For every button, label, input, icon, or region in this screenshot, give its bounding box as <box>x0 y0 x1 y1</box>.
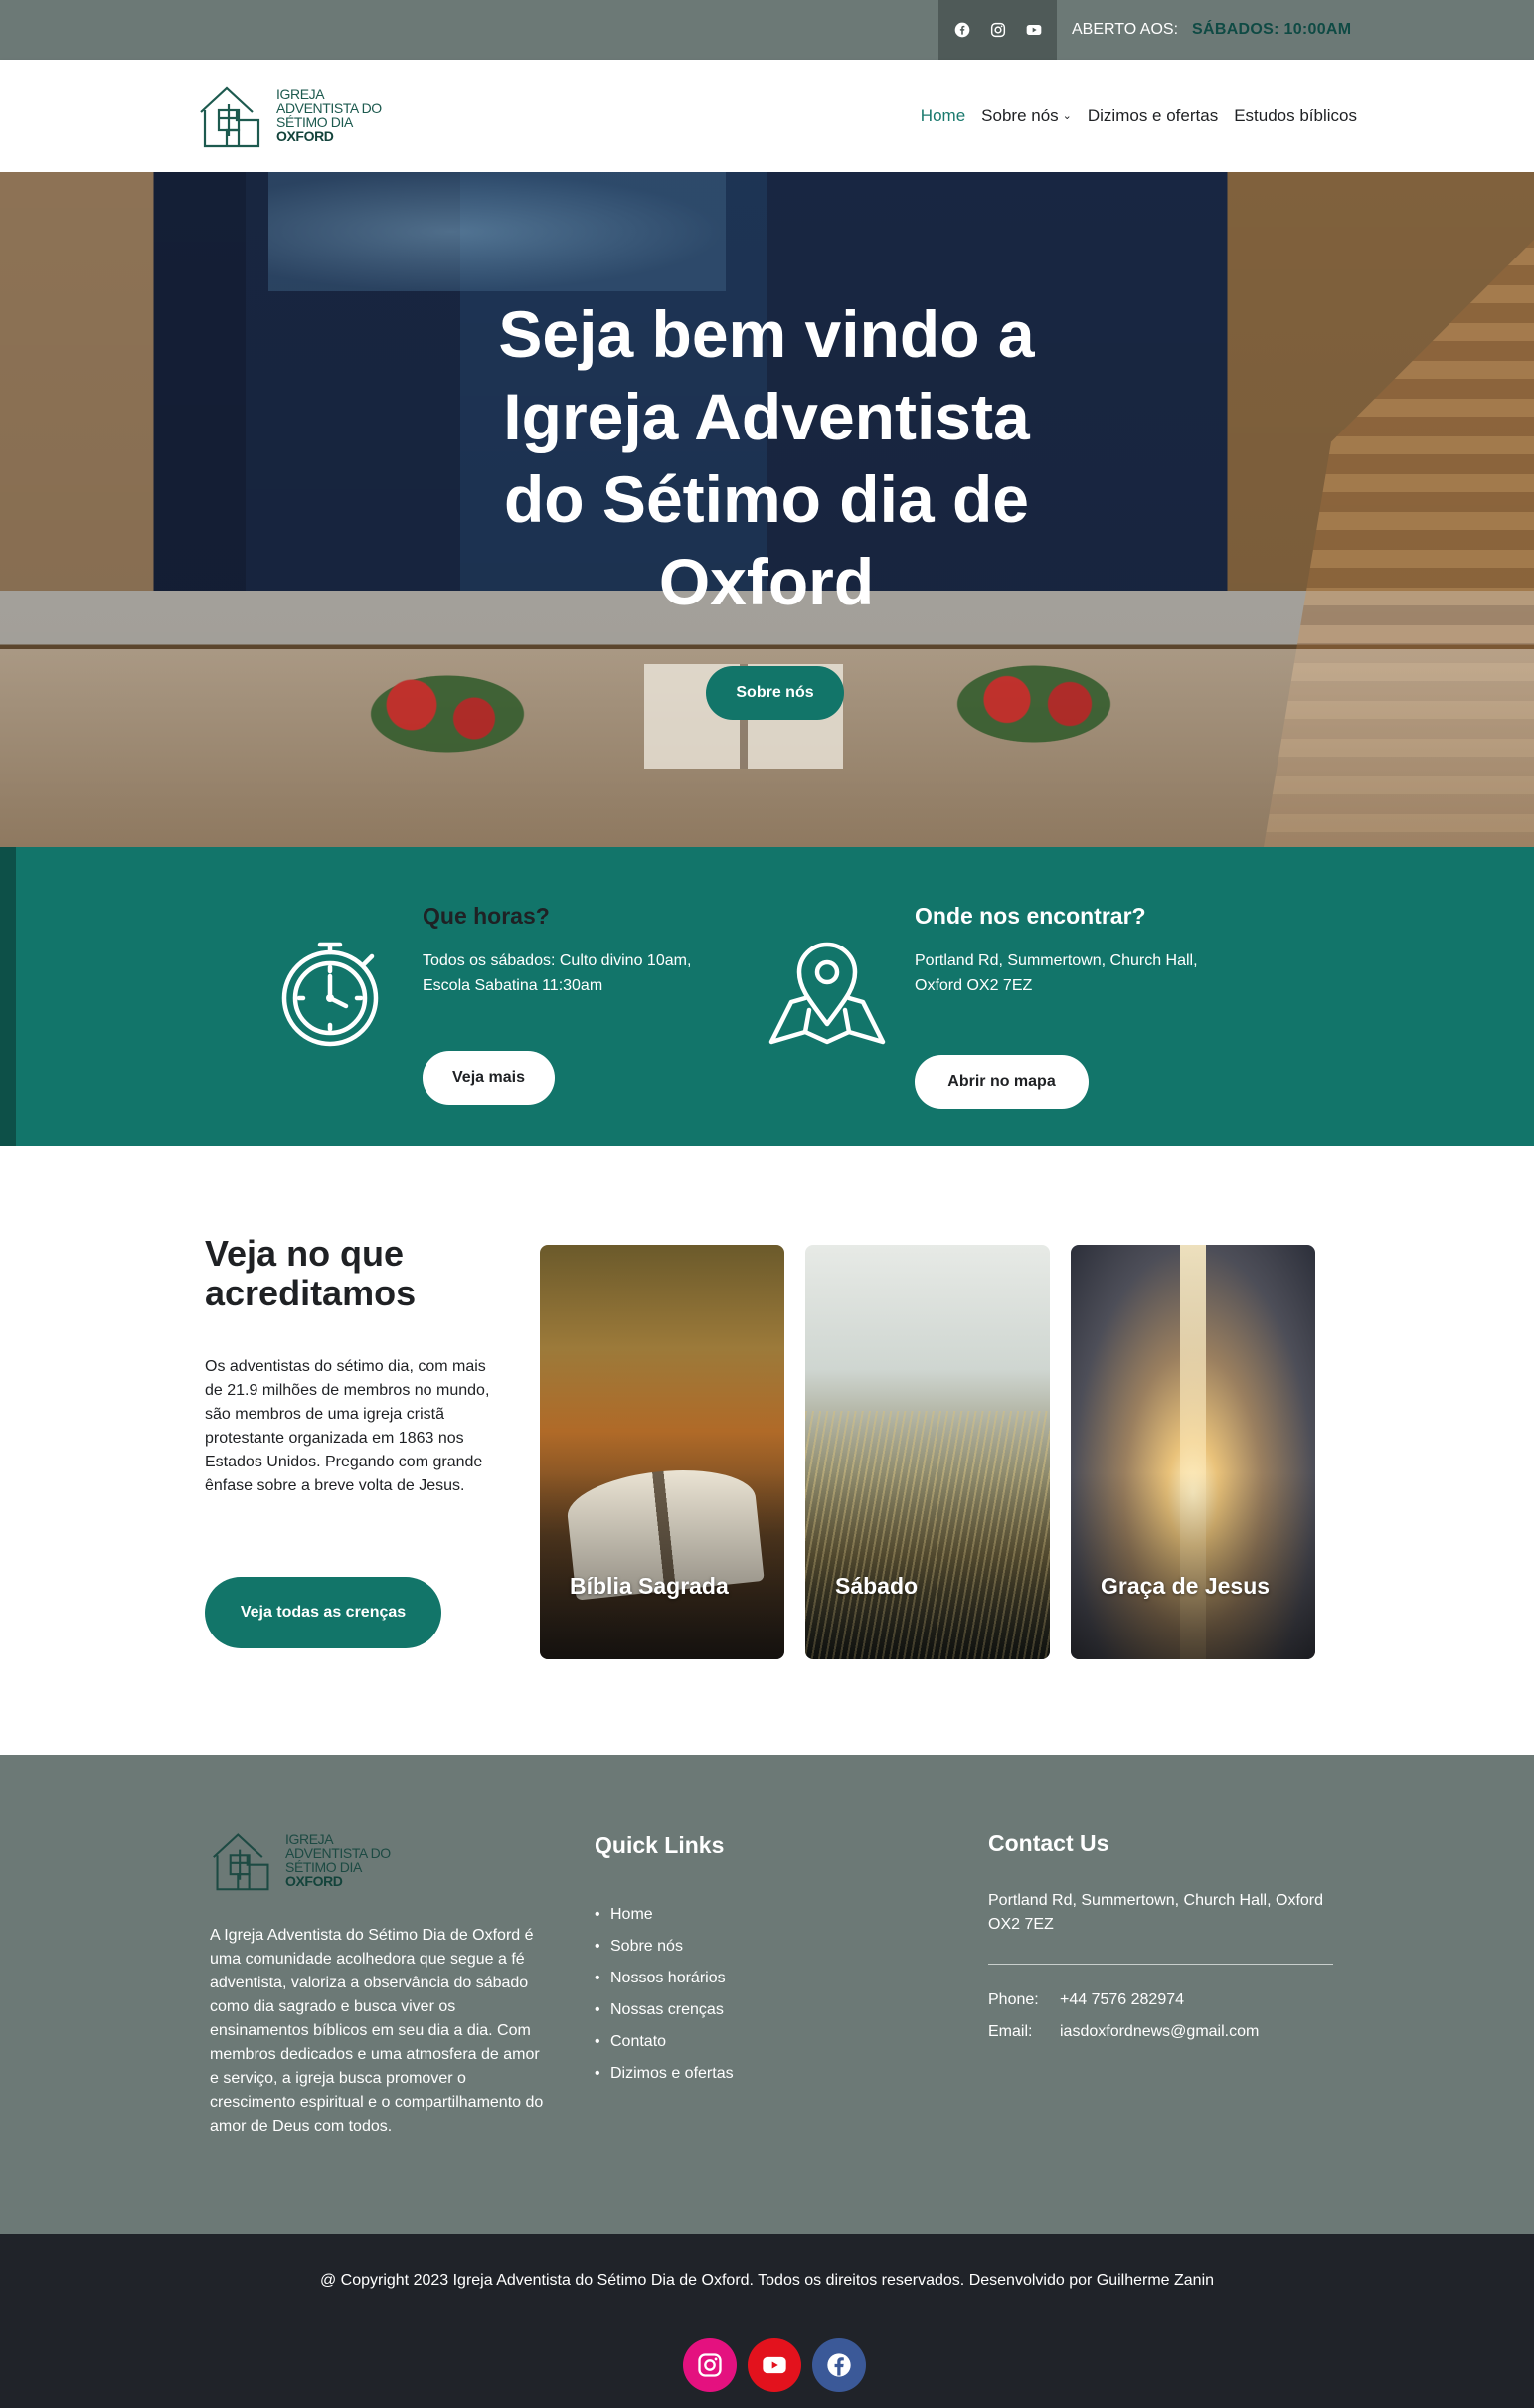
top-bar: ABERTO AOS: SÁBADOS: 10:00AM <box>0 0 1534 60</box>
belief-card-bible[interactable]: Bíblia Sagrada <box>540 1245 784 1659</box>
youtube-icon <box>763 2356 786 2374</box>
logo-text: IGREJA ADVENTISTA DO SÉTIMO DIA OXFORD <box>276 87 382 143</box>
opening-hours: ABERTO AOS: SÁBADOS: 10:00AM <box>1072 0 1351 60</box>
main-nav: Home Sobre nós ⌄ Dizimos e ofertas Estudo… <box>921 60 1357 172</box>
site-logo[interactable]: IGREJA ADVENTISTA DO SÉTIMO DIA OXFORD <box>197 80 396 151</box>
beliefs-title: Veja no que acreditamos <box>205 1233 417 1313</box>
quick-link-sobre-nos[interactable]: Sobre nós <box>595 1931 734 1963</box>
site-header: IGREJA ADVENTISTA DO SÉTIMO DIA OXFORD H… <box>0 60 1534 172</box>
hero-background-image <box>358 669 537 759</box>
belief-card-grace[interactable]: Graça de Jesus <box>1071 1245 1315 1659</box>
quick-link-horarios[interactable]: Nossos horários <box>595 1963 734 1994</box>
opening-hours-label: ABERTO AOS: <box>1072 21 1179 38</box>
logo-city: OXFORD <box>285 1873 343 1889</box>
all-beliefs-button[interactable]: Veja todas as crenças <box>205 1577 441 1648</box>
logo-city: OXFORD <box>276 128 334 144</box>
quick-link-contato[interactable]: Contato <box>595 2026 734 2058</box>
hero-background-image <box>944 659 1123 749</box>
contact-phone: Phone: +44 7576 282974 <box>988 1991 1184 2009</box>
nav-item-sobre-nos[interactable]: Sobre nós ⌄ <box>981 106 1072 126</box>
instagram-link[interactable] <box>683 2338 737 2392</box>
card-label: Bíblia Sagrada <box>570 1573 729 1599</box>
chevron-down-icon: ⌄ <box>1062 109 1072 122</box>
location-title: Onde nos encontrar? <box>915 903 1146 929</box>
info-edge <box>0 847 16 1146</box>
email-value[interactable]: iasdoxfordnews@gmail.com <box>1060 2023 1259 2041</box>
card-label: Sábado <box>835 1573 919 1599</box>
topbar-social-links <box>938 0 1057 60</box>
copyright-text: @ Copyright 2023 Igreja Adventista do Sé… <box>319 2272 1215 2289</box>
map-pin-icon <box>768 942 886 1045</box>
nav-item-home[interactable]: Home <box>921 106 965 126</box>
contact-email: Email: iasdoxfordnews@gmail.com <box>988 2023 1259 2041</box>
info-section: Que horas? Todos os sábados: Culto divin… <box>0 847 1534 1146</box>
church-logo-icon <box>200 86 260 148</box>
contact-address: Portland Rd, Summertown, Church Hall, Ox… <box>988 1892 1324 1933</box>
quick-link-home[interactable]: Home <box>595 1899 734 1931</box>
phone-label: Phone: <box>988 1991 1039 2008</box>
hero-background-image <box>268 172 726 291</box>
contact-title: Contact Us <box>988 1830 1109 1856</box>
nav-item-label: Sobre nós <box>981 105 1059 125</box>
open-map-button[interactable]: Abrir no mapa <box>915 1055 1089 1109</box>
footer-logo-text: IGREJA ADVENTISTA DO SÉTIMO DIA OXFORD <box>285 1832 391 1888</box>
youtube-link[interactable] <box>748 2338 801 2392</box>
nav-item-estudos[interactable]: Estudos bíblicos <box>1234 106 1357 126</box>
card-shade <box>540 1472 784 1659</box>
facebook-icon[interactable] <box>954 22 970 38</box>
hours-title: Que horas? <box>423 903 550 929</box>
card-shade <box>805 1472 1050 1659</box>
facebook-link[interactable] <box>812 2338 866 2392</box>
hours-more-button[interactable]: Veja mais <box>423 1051 555 1105</box>
footer-about-text: A Igreja Adventista do Sétimo Dia de Oxf… <box>210 1927 544 2135</box>
bottom-bar: @ Copyright 2023 Igreja Adventista do Sé… <box>0 2234 1534 2408</box>
beliefs-text: Os adventistas do sétimo dia, com mais d… <box>205 1358 490 1494</box>
quick-links-title: Quick Links <box>595 1832 725 1858</box>
location-text: Portland Rd, Summertown, Church Hall, Ox… <box>915 952 1198 994</box>
nav-item-dizimos[interactable]: Dizimos e ofertas <box>1088 106 1218 126</box>
instagram-icon <box>698 2353 722 2377</box>
instagram-icon[interactable] <box>990 22 1006 38</box>
card-label: Graça de Jesus <box>1101 1573 1271 1599</box>
church-logo-icon <box>213 1833 269 1891</box>
hero-about-button[interactable]: Sobre nós <box>706 666 844 720</box>
youtube-icon[interactable] <box>1026 22 1042 38</box>
clock-icon <box>281 942 379 1047</box>
quick-link-dizimos[interactable]: Dizimos e ofertas <box>595 2058 734 2090</box>
site-footer: IGREJA ADVENTISTA DO SÉTIMO DIA OXFORD A… <box>0 1755 1534 2234</box>
contact-divider <box>988 1964 1333 1965</box>
phone-value[interactable]: +44 7576 282974 <box>1060 1991 1184 2009</box>
opening-hours-time: SÁBADOS: 10:00AM <box>1192 21 1352 38</box>
footer-logo[interactable]: IGREJA ADVENTISTA DO SÉTIMO DIA OXFORD <box>210 1824 409 1896</box>
hours-text: Todos os sábados: Culto divino 10am, Esc… <box>423 952 692 994</box>
hero-title: Seja bem vindo a Igreja Adventista do Sé… <box>498 297 1035 618</box>
card-shade <box>1071 1472 1315 1659</box>
quick-link-crencas[interactable]: Nossas crenças <box>595 1994 734 2026</box>
belief-card-sabbath[interactable]: Sábado <box>805 1245 1050 1659</box>
quick-links-list: Home Sobre nós Nossos horários Nossas cr… <box>595 1899 734 2090</box>
facebook-icon <box>827 2353 851 2377</box>
email-label: Email: <box>988 2023 1033 2040</box>
